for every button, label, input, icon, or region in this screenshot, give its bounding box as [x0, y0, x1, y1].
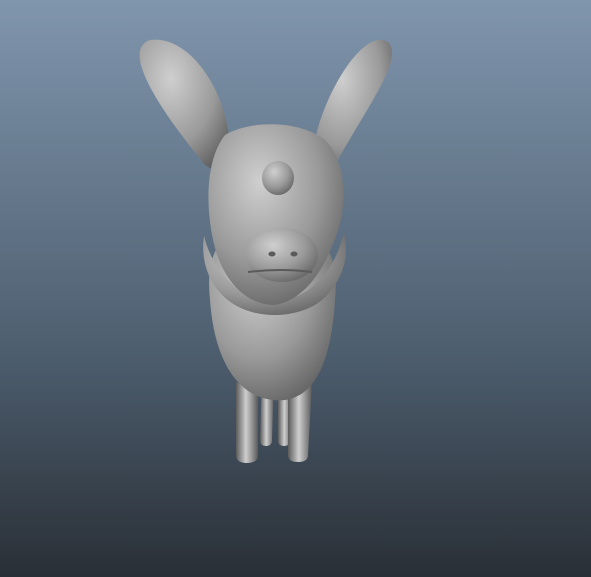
forehead-gem — [262, 161, 294, 195]
snout — [246, 228, 318, 282]
nostril-right — [290, 251, 298, 257]
3d-viewport[interactable] — [0, 0, 591, 577]
nostril-left — [268, 251, 276, 257]
viewport-canvas[interactable] — [0, 0, 591, 577]
